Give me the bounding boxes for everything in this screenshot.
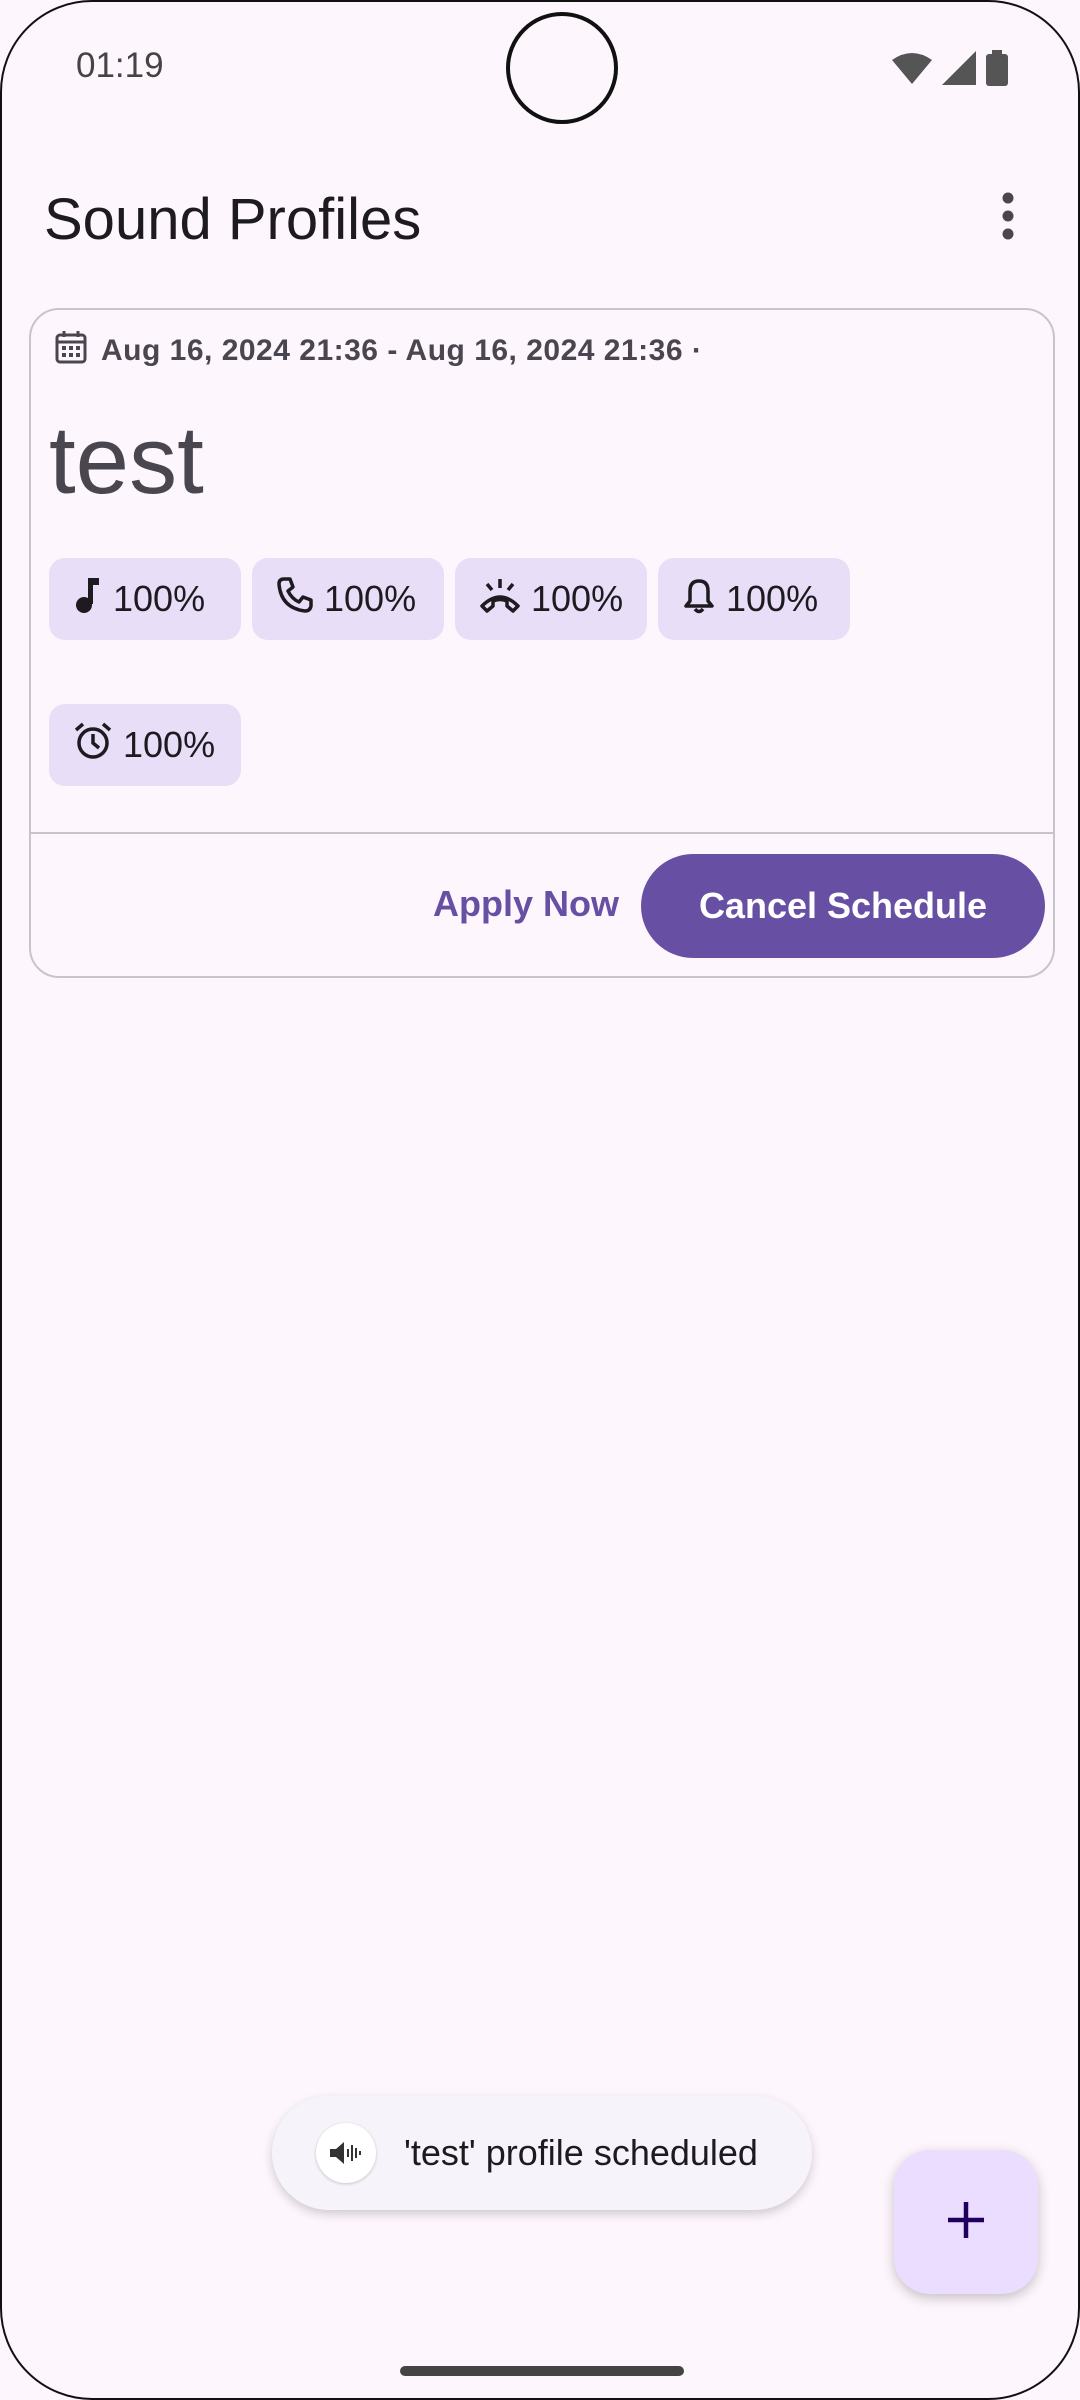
phone-icon [276,576,314,623]
media-volume-chip: 100% [49,558,241,640]
snackbar: 'test' profile scheduled [272,2096,812,2210]
home-indicator[interactable] [400,2366,684,2376]
camera-cutout [506,12,618,124]
sound-profile-icon [316,2123,376,2183]
wifi-icon [892,52,932,89]
media-volume-value: 100% [113,578,206,619]
ringtone-icon [479,576,521,623]
ringtone-volume-chip: 100% [455,558,647,640]
card-divider [31,832,1053,834]
add-profile-button[interactable] [894,2150,1038,2294]
music-note-icon [73,576,103,623]
more-options-button[interactable] [978,188,1038,248]
cancel-schedule-button[interactable]: Cancel Schedule [641,854,1045,958]
status-time: 01:19 [76,46,164,85]
profile-card[interactable]: Aug 16, 2024 21:36 - Aug 16, 2024 21:36 … [29,308,1055,978]
call-volume-value: 100% [324,578,417,619]
page-title: Sound Profiles [44,187,422,252]
alarm-icon [73,721,113,770]
phone-screen: 01:19 Sound Profiles Aug 16, 2024 21:36 … [0,0,1080,2400]
alarm-volume-chip: 100% [49,704,241,786]
notification-volume-value: 100% [726,578,819,619]
snackbar-message: 'test' profile scheduled [404,2132,758,2173]
call-volume-chip: 100% [252,558,444,640]
schedule-row: Aug 16, 2024 21:36 - Aug 16, 2024 21:36 … [55,330,702,372]
notification-volume-chip: 100% [658,558,850,640]
profile-name: test [49,407,204,514]
ringtone-volume-value: 100% [531,578,624,619]
more-vert-icon [1001,192,1015,245]
apply-now-button[interactable]: Apply Now [391,852,661,956]
cell-signal-icon [942,51,976,90]
bell-icon [682,576,716,623]
battery-icon [986,50,1008,91]
calendar-icon [55,330,87,372]
alarm-volume-value: 100% [123,724,216,765]
schedule-text: Aug 16, 2024 21:36 - Aug 16, 2024 21:36 … [101,334,703,367]
plus-icon [946,2200,986,2245]
status-icons [892,50,1008,91]
